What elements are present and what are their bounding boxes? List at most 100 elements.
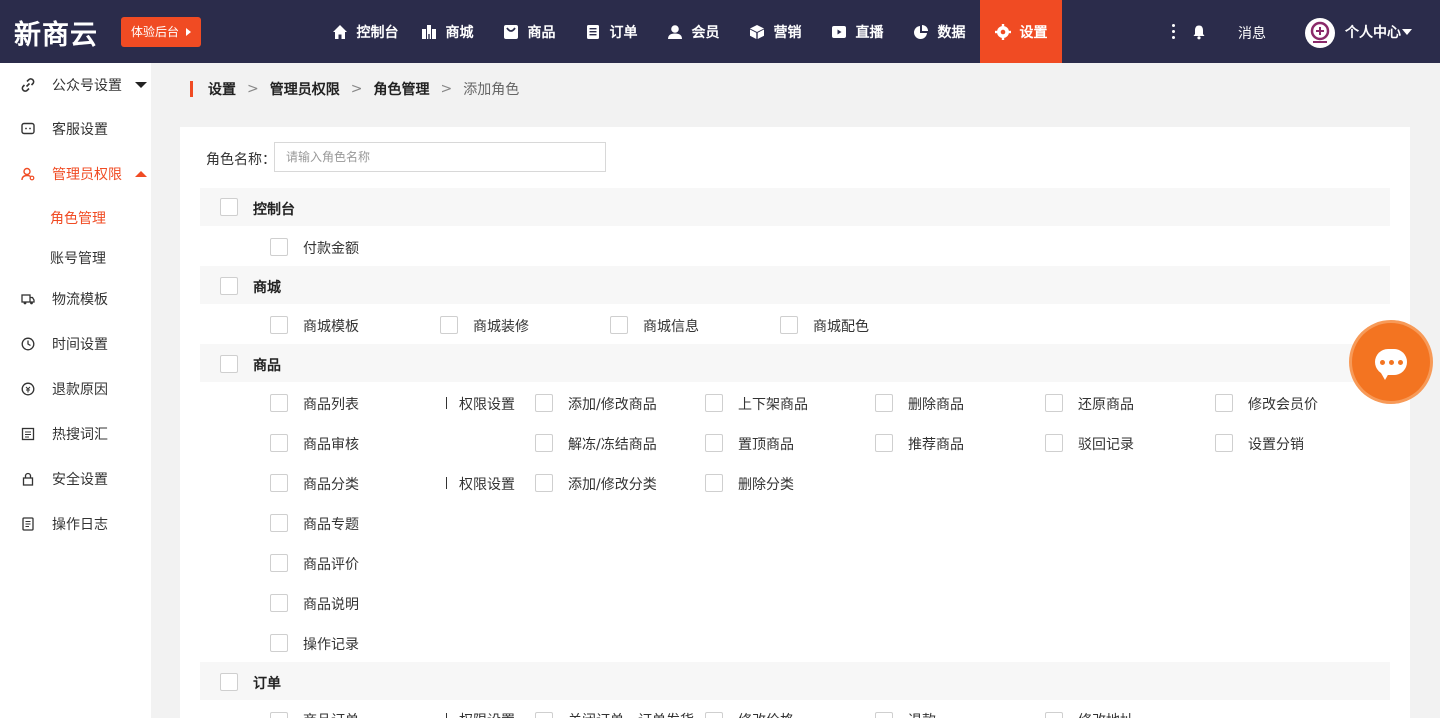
checkbox-perm[interactable] [1215, 434, 1233, 452]
checkbox-product-topic[interactable] [270, 514, 288, 532]
sidebar-item-official-account[interactable]: 公众号设置 [0, 63, 151, 107]
avatar[interactable] [1305, 18, 1335, 48]
checkbox-product-review[interactable] [270, 434, 288, 452]
checkbox-mall-color[interactable] [780, 316, 798, 334]
checkbox-perm[interactable] [705, 712, 723, 718]
role-name-label: 角色名称： [206, 152, 276, 168]
permission-group-header [200, 662, 1390, 700]
chevron-up-icon[interactable] [135, 171, 147, 177]
breadcrumb: 设置 > 管理员权限 > 角色管理 > 添加角色 [190, 80, 519, 98]
checkbox-mall-info[interactable] [610, 316, 628, 334]
perm-label: 商品评价 [303, 557, 359, 573]
nav-item-marketing[interactable]: 营销 [734, 0, 816, 63]
nav-item-live[interactable]: 直播 [816, 0, 898, 63]
link-icon [21, 78, 35, 92]
chevron-down-icon[interactable] [1402, 29, 1412, 35]
sidebar-item-hot-search[interactable]: 热搜词汇 [0, 412, 151, 456]
role-name-input[interactable] [274, 142, 606, 172]
refund-icon [21, 382, 35, 396]
nav-item-label: 设置 [1019, 24, 1048, 41]
checkbox-product-description[interactable] [270, 594, 288, 612]
member-icon [667, 24, 683, 40]
checkbox-perm[interactable] [1045, 394, 1063, 412]
checkbox-perm[interactable] [1045, 712, 1063, 718]
sidebar-item-time-settings[interactable]: 时间设置 [0, 322, 151, 366]
permission-group-header [200, 266, 1390, 304]
user-center-menu[interactable]: 个人中心 [1345, 22, 1401, 42]
bell-icon[interactable] [1191, 24, 1207, 40]
breadcrumb-separator: > [440, 81, 453, 97]
truck-icon [21, 292, 35, 306]
checkbox-perm[interactable] [705, 394, 723, 412]
nav-item-label: 会员 [691, 24, 720, 41]
more-vertical-icon[interactable] [1168, 24, 1178, 40]
nav-item-label: 商城 [445, 24, 474, 41]
customer-chat-button[interactable] [1352, 323, 1430, 401]
perm-label: 关闭订单 [568, 710, 624, 718]
checkbox-perm[interactable] [875, 394, 893, 412]
messages-link[interactable]: 消息 [1238, 23, 1266, 43]
nav-item-product[interactable]: 商品 [488, 0, 570, 63]
nav-item-member[interactable]: 会员 [652, 0, 734, 63]
perm-label: 驳回记录 [1078, 437, 1134, 453]
breadcrumb-item[interactable]: 角色管理 [373, 79, 429, 99]
perm-label: 商城信息 [643, 319, 699, 335]
checkbox-perm[interactable] [1215, 394, 1233, 412]
checkbox-product-rating[interactable] [270, 554, 288, 572]
breadcrumb-item[interactable]: 管理员权限 [270, 79, 340, 99]
nav-item-settings[interactable]: 设置 [980, 0, 1062, 63]
sidebar-subitem-role-management[interactable]: 角色管理 [50, 208, 106, 228]
checkbox-operation-record[interactable] [270, 634, 288, 652]
sidebar-subitem-account-management[interactable]: 账号管理 [50, 248, 106, 268]
group-label-mall: 商城 [253, 280, 281, 296]
trial-backend-button[interactable]: 体验后台 [121, 17, 201, 47]
perm-settings-label: 权限设置 [459, 397, 515, 413]
sidebar-item-security[interactable]: 安全设置 [0, 457, 151, 501]
nav-item-dashboard[interactable]: 控制台 [324, 0, 406, 63]
chevron-down-icon[interactable] [135, 82, 147, 88]
checkbox-perm[interactable] [875, 712, 893, 718]
nav-item-mall[interactable]: 商城 [406, 0, 488, 63]
checkbox-perm[interactable] [535, 394, 553, 412]
checkbox-perm[interactable] [535, 474, 553, 492]
sidebar-item-logistics-template[interactable]: 物流模板 [0, 277, 151, 321]
main-nav: 控制台 商城 商品 订单 会员 营销 直播 数据 设置 [324, 0, 1062, 63]
checkbox-perm[interactable] [1045, 434, 1063, 452]
checkbox-product-category[interactable] [270, 474, 288, 492]
sidebar-item-admin-permissions[interactable]: 管理员权限 [0, 152, 151, 196]
perm-label: 商品说明 [303, 597, 359, 613]
breadcrumb-separator: > [247, 81, 259, 97]
nav-item-order[interactable]: 订单 [570, 0, 652, 63]
group-checkbox-order[interactable] [220, 673, 238, 691]
nav-item-data[interactable]: 数据 [898, 0, 980, 63]
breadcrumb-item[interactable]: 设置 [208, 79, 236, 99]
perm-label: 付款金额 [303, 241, 359, 257]
sidebar-item-refund-reasons[interactable]: 退款原因 [0, 367, 151, 411]
group-checkbox-mall[interactable] [220, 277, 238, 295]
checkbox-perm[interactable] [875, 434, 893, 452]
sidebar-item-label: 安全设置 [52, 472, 108, 488]
sidebar-item-customer-service[interactable]: 客服设置 [0, 107, 151, 151]
perm-label: 商品审核 [303, 437, 359, 453]
checkbox-perm[interactable] [535, 712, 553, 718]
group-checkbox-product[interactable] [220, 355, 238, 373]
checkbox-product-list[interactable] [270, 394, 288, 412]
perm-settings-label: 权限设置 [459, 710, 515, 718]
checkbox-perm[interactable] [705, 474, 723, 492]
group-checkbox-dashboard[interactable] [220, 198, 238, 216]
perm-label: 修改价格 [738, 710, 794, 718]
sidebar-item-operation-log[interactable]: 操作日志 [0, 502, 151, 546]
checkbox-mall-decoration[interactable] [440, 316, 458, 334]
checkbox-perm[interactable] [705, 434, 723, 452]
checkbox-perm[interactable] [535, 434, 553, 452]
top-navbar: 新商云 体验后台 控制台 商城 商品 订单 会员 营销 直播 数据 设置 消息 … [0, 0, 1440, 63]
checkbox-product-order[interactable] [270, 712, 288, 718]
brand-logo[interactable]: 新商云 [14, 13, 98, 52]
store-icon [421, 24, 437, 40]
perm-label: 商城装修 [473, 319, 529, 335]
nav-item-label: 订单 [609, 24, 638, 41]
checkbox-mall-template[interactable] [270, 316, 288, 334]
sidebar-item-label: 时间设置 [52, 337, 108, 353]
checkbox-payment-amount[interactable] [270, 238, 288, 256]
sidebar-item-label: 物流模板 [52, 292, 108, 308]
